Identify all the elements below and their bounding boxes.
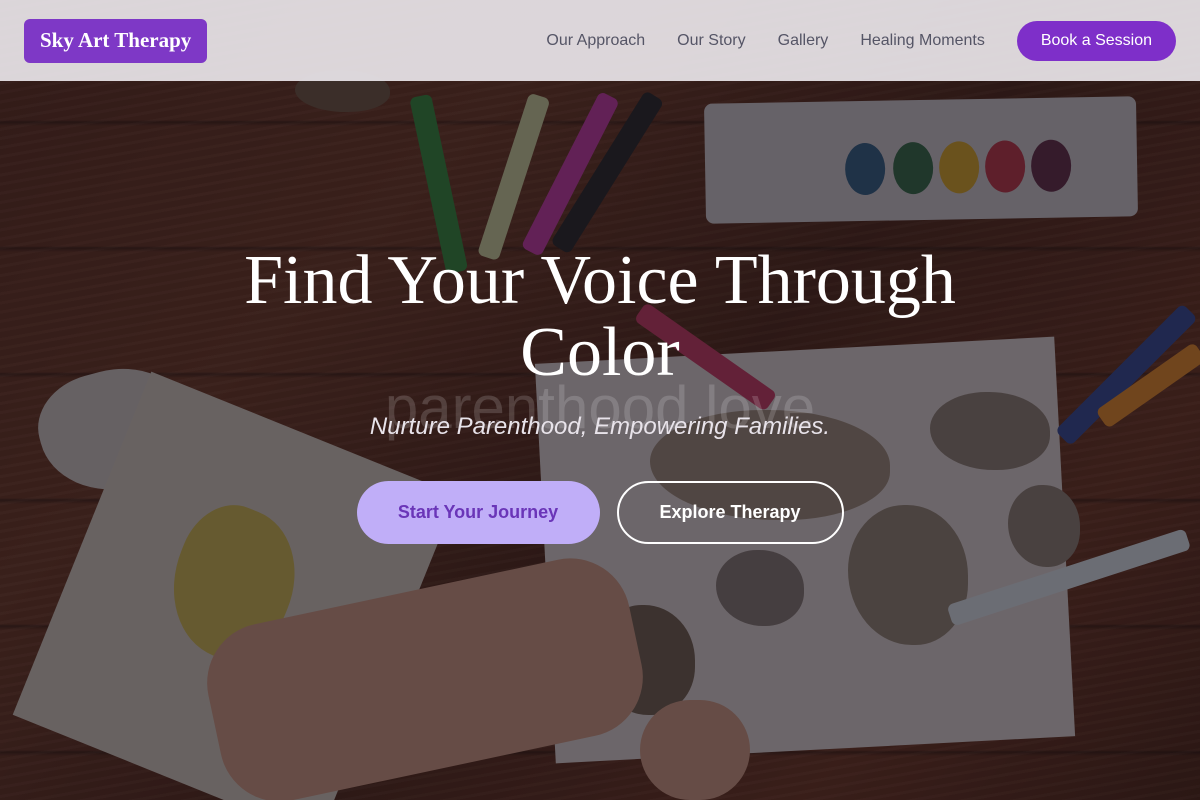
hero-tagline: Nurture Parenthood, Empowering Families. xyxy=(369,413,831,440)
explore-therapy-button[interactable]: Explore Therapy xyxy=(616,481,844,544)
hero-cta-group: Start Your Journey Explore Therapy xyxy=(0,481,1200,544)
brand-logo[interactable]: Sky Art Therapy xyxy=(24,18,208,63)
site-header: Sky Art Therapy Our Approach Our Story G… xyxy=(0,0,1200,81)
hero-title: Find Your Voice Through Color xyxy=(244,242,956,391)
book-session-button[interactable]: Book a Session xyxy=(1016,20,1176,61)
start-journey-button[interactable]: Start Your Journey xyxy=(356,481,600,544)
nav-link-healing-moments[interactable]: Healing Moments xyxy=(860,32,985,50)
nav-link-our-approach[interactable]: Our Approach xyxy=(546,32,645,50)
main-nav: Our Approach Our Story Gallery Healing M… xyxy=(546,20,1176,61)
hero-section: Find Your Voice Through Color parenthood… xyxy=(0,245,1200,544)
nav-link-gallery[interactable]: Gallery xyxy=(778,32,829,50)
nav-link-our-story[interactable]: Our Story xyxy=(677,32,745,50)
